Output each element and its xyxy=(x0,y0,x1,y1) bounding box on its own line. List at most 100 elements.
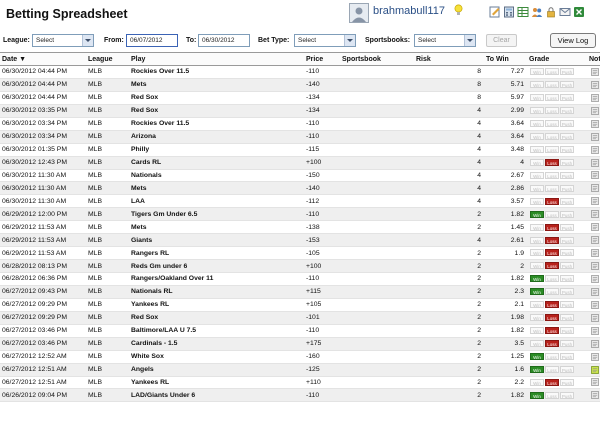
note-icon[interactable] xyxy=(590,132,599,141)
grade-push-button[interactable]: Push xyxy=(560,145,574,153)
note-icon[interactable] xyxy=(590,300,599,309)
grade-win-button[interactable]: Win xyxy=(530,314,544,322)
grade-win-button[interactable]: Win xyxy=(530,81,544,89)
grade-win-button[interactable]: Win xyxy=(530,107,544,115)
grade-win-button[interactable]: Win xyxy=(530,378,544,386)
avatar[interactable] xyxy=(349,3,369,23)
table-row[interactable]: 06/27/2012 12:51 AM MLB Yankees RL +110 2 2.2… xyxy=(0,376,600,390)
note-icon[interactable] xyxy=(590,210,599,219)
grade-loss-button[interactable]: Loss xyxy=(545,262,559,270)
table-row[interactable]: 06/30/2012 03:34 PM MLB Rockies Over 11.5-… xyxy=(0,117,600,131)
lightbulb-icon[interactable] xyxy=(454,4,463,17)
table-row[interactable]: 06/27/2012 09:43 PM MLB Nationals RL +115 2 2… xyxy=(0,285,600,299)
col-header-grade[interactable]: Grade xyxy=(527,52,589,66)
grade-loss-button[interactable]: Loss xyxy=(545,107,559,115)
grade-loss-button[interactable]: Loss xyxy=(545,184,559,192)
grade-win-button[interactable]: Win xyxy=(530,262,544,270)
grade-loss-button[interactable]: Loss xyxy=(545,288,559,296)
grade-loss-button[interactable]: Loss xyxy=(545,68,559,76)
note-icon[interactable] xyxy=(590,106,599,115)
table-row[interactable]: 06/27/2012 09:29 PM MLB Red Sox -101 2 1.98 Wi… xyxy=(0,311,600,325)
col-header-risk[interactable]: Risk xyxy=(414,52,484,66)
note-icon[interactable] xyxy=(590,313,599,322)
col-header-price[interactable]: Price xyxy=(304,52,340,66)
grade-win-button[interactable]: Win xyxy=(530,352,544,360)
grade-win-button[interactable]: Win xyxy=(530,391,544,399)
spreadsheet-icon[interactable] xyxy=(517,6,529,18)
from-date-input[interactable]: 06/07/2012 xyxy=(126,34,178,47)
view-log-button[interactable]: View Log xyxy=(550,33,596,48)
note-icon[interactable] xyxy=(590,326,599,335)
note-icon[interactable] xyxy=(590,93,599,102)
grade-loss-button[interactable]: Loss xyxy=(545,197,559,205)
grade-push-button[interactable]: Push xyxy=(560,301,574,309)
grade-win-button[interactable]: Win xyxy=(530,327,544,335)
grade-push-button[interactable]: Push xyxy=(560,365,574,373)
grade-push-button[interactable]: Push xyxy=(560,81,574,89)
table-row[interactable]: 06/27/2012 03:46 PM MLB Cardinals - 1.5 +17… xyxy=(0,337,600,351)
grade-push-button[interactable]: Push xyxy=(560,378,574,386)
grade-push-button[interactable]: Push xyxy=(560,249,574,257)
note-icon[interactable] xyxy=(590,236,599,245)
note-icon[interactable] xyxy=(590,288,599,296)
grade-win-button[interactable]: Win xyxy=(530,94,544,102)
close-icon[interactable] xyxy=(573,6,585,18)
col-header-league[interactable]: League xyxy=(86,52,129,66)
grade-push-button[interactable]: Push xyxy=(560,68,574,76)
note-icon[interactable] xyxy=(590,197,599,206)
grade-win-button[interactable]: Win xyxy=(530,301,544,309)
grade-loss-button[interactable]: Loss xyxy=(545,249,559,257)
table-row[interactable]: 06/30/2012 04:44 PM MLB Rockies Over 11.5-… xyxy=(0,65,600,79)
table-row[interactable]: 06/26/2012 09:04 PM MLB LAD/Giants Under 6… xyxy=(0,388,600,403)
note-icon[interactable] xyxy=(590,145,599,154)
table-row[interactable]: 06/29/2012 11:53 AM MLB Rangers RL -105 2 1.9… xyxy=(0,246,600,261)
grade-push-button[interactable]: Push xyxy=(560,236,574,244)
grade-loss-button[interactable]: Loss xyxy=(545,236,559,244)
grade-loss-button[interactable]: Loss xyxy=(545,378,559,386)
grade-loss-button[interactable]: Loss xyxy=(545,365,559,373)
table-row[interactable]: 06/30/2012 04:44 PM MLB Mets -140 8 5.71 Win Lo… xyxy=(0,78,600,92)
grade-loss-button[interactable]: Loss xyxy=(545,352,559,360)
grade-push-button[interactable]: Push xyxy=(560,340,574,347)
grade-push-button[interactable]: Push xyxy=(560,133,574,140)
table-row[interactable]: 06/27/2012 12:51 AM MLB Angels -125 2 1.6 Win L… xyxy=(0,363,600,377)
grade-win-button[interactable]: Win xyxy=(530,120,544,128)
table-row[interactable]: 06/30/2012 12:43 PM MLB Cards RL +100 4 4 Win L… xyxy=(0,156,600,170)
col-header-notes[interactable]: Notes xyxy=(589,52,600,66)
grade-push-button[interactable]: Push xyxy=(560,288,574,296)
sportsbooks-select[interactable]: Select xyxy=(414,34,476,47)
grade-push-button[interactable]: Push xyxy=(560,262,574,270)
grade-win-button[interactable]: Win xyxy=(530,365,544,373)
grade-push-button[interactable]: Push xyxy=(560,107,574,115)
note-icon[interactable] xyxy=(590,339,599,348)
col-header-play[interactable]: Play xyxy=(129,52,304,66)
grade-win-button[interactable]: Win xyxy=(530,197,544,205)
bet-type-select[interactable]: Select xyxy=(294,34,356,47)
table-row[interactable]: 06/30/2012 03:34 PM MLB Arizona -110 4 3.64 Wi… xyxy=(0,130,600,144)
grade-win-button[interactable]: Win xyxy=(530,133,544,140)
grade-loss-button[interactable]: Loss xyxy=(545,158,559,166)
table-row[interactable]: 06/30/2012 11:30 AM MLB Nationals -150 4 2.67… xyxy=(0,169,600,183)
lock-icon[interactable] xyxy=(545,6,557,18)
grade-win-button[interactable]: Win xyxy=(530,68,544,76)
table-row[interactable]: 06/28/2012 06:36 PM MLB Rangers/Oakland Ov… xyxy=(0,272,600,286)
league-select[interactable]: Select xyxy=(32,34,94,47)
table-row[interactable]: 06/30/2012 04:44 PM MLB Red Sox -134 8 5.97 Wi… xyxy=(0,91,600,105)
grade-push-button[interactable]: Push xyxy=(560,197,574,205)
grade-loss-button[interactable]: Loss xyxy=(545,314,559,322)
grade-win-button[interactable]: Win xyxy=(530,158,544,166)
grade-push-button[interactable]: Push xyxy=(560,120,574,128)
grade-push-button[interactable]: Push xyxy=(560,352,574,360)
note-icon[interactable] xyxy=(590,249,599,257)
grade-loss-button[interactable]: Loss xyxy=(545,301,559,309)
clear-button[interactable]: Clear xyxy=(486,34,517,47)
grade-loss-button[interactable]: Loss xyxy=(545,327,559,335)
grade-push-button[interactable]: Push xyxy=(560,275,574,283)
grade-loss-button[interactable]: Loss xyxy=(545,275,559,283)
grade-win-button[interactable]: Win xyxy=(530,171,544,179)
note-icon[interactable] xyxy=(590,184,599,193)
col-header-to-win[interactable]: To Win xyxy=(484,52,527,66)
note-icon[interactable] xyxy=(590,262,599,270)
grade-push-button[interactable]: Push xyxy=(560,391,574,399)
edit-note-icon[interactable] xyxy=(489,6,501,18)
